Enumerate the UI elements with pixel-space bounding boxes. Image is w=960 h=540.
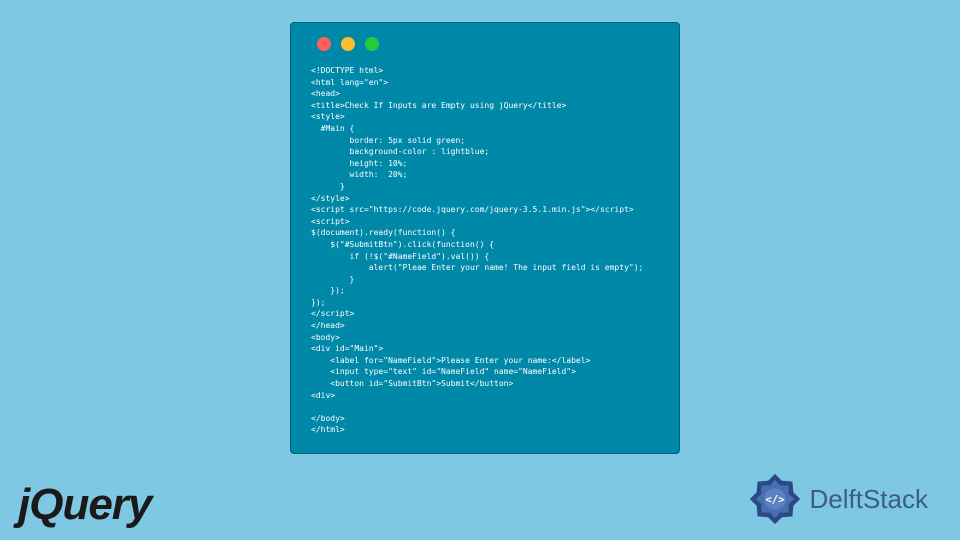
delftstack-text: DelftStack bbox=[810, 484, 929, 515]
svg-text:</>: </> bbox=[765, 493, 784, 506]
delftstack-icon: </> bbox=[746, 470, 804, 528]
window-controls bbox=[291, 23, 679, 59]
jquery-logo: jQuery bbox=[18, 480, 151, 530]
maximize-icon bbox=[365, 37, 379, 51]
code-window: <!DOCTYPE html> <html lang="en"> <head> … bbox=[290, 22, 680, 454]
close-icon bbox=[317, 37, 331, 51]
minimize-icon bbox=[341, 37, 355, 51]
code-content: <!DOCTYPE html> <html lang="en"> <head> … bbox=[291, 59, 679, 442]
delftstack-logo: </> DelftStack bbox=[746, 470, 929, 528]
